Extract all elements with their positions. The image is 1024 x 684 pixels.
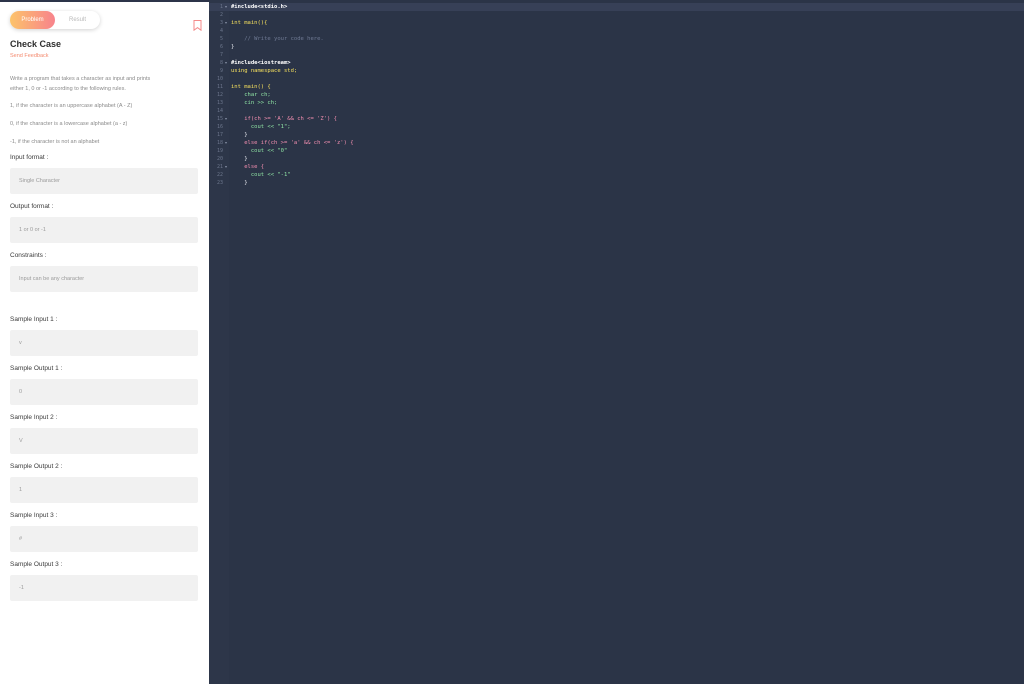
sample-input-1-box: v (10, 330, 198, 356)
line-number: 2 (219, 12, 223, 18)
rule-lowercase: 0, if the character is a lowercase alpha… (10, 121, 128, 127)
line-number: 6 (219, 44, 223, 50)
constraints-box: Input can be any character (10, 266, 198, 292)
line-number: 11 (216, 84, 223, 90)
code-line: using namespace std; (231, 68, 298, 74)
rule-non-alphabet: -1, if the character is not an alphabet (10, 139, 100, 145)
line-number: 20 (216, 156, 223, 162)
code-line: int main(){ (231, 20, 268, 26)
line-number: 4 (219, 28, 223, 34)
code-line: char ch; (231, 92, 271, 98)
constraints-label: Constraints : (10, 252, 47, 259)
line-number: 19 (216, 148, 223, 154)
tab-switcher: Problem Result (10, 11, 100, 29)
code-line: #include<iostream> (231, 60, 291, 66)
line-number: 17 (216, 132, 223, 138)
line-number: 22 (216, 172, 223, 178)
sample-output-2-label: Sample Output 2 : (10, 463, 63, 470)
sample-output-1-box: 0 (10, 379, 198, 405)
code-line: if(ch >= 'A' && ch <= 'Z') { (231, 116, 337, 122)
line-number: 5 (219, 36, 223, 42)
problem-panel: Problem Result Check Case Send Feedback … (0, 0, 209, 684)
line-number: 14 (216, 108, 223, 114)
tab-problem[interactable]: Problem (10, 11, 55, 29)
sample-input-2-label: Sample Input 2 : (10, 414, 58, 421)
tab-result[interactable]: Result (55, 11, 100, 29)
sample-input-1-label: Sample Input 1 : (10, 316, 58, 323)
code-line: } (231, 156, 248, 162)
output-format-box: 1 or 0 or -1 (10, 217, 198, 243)
code-editor[interactable]: 1 2 3 4 5 6 8 7 9 10 11 12 13 14 15 16 1… (209, 0, 1024, 684)
sample-input-2-box: V (10, 428, 198, 454)
code-line: #include<stdio.h> (231, 4, 288, 10)
sample-input-3-label: Sample Input 3 : (10, 512, 58, 519)
input-format-label: Input format : (10, 154, 49, 161)
fold-arrow-icon[interactable]: ▾ (225, 139, 227, 147)
sample-output-2-box: 1 (10, 477, 198, 503)
output-format-label: Output format : (10, 203, 54, 210)
line-number: 7 (219, 52, 223, 58)
line-number: 23 (216, 180, 223, 186)
active-line-highlight (209, 3, 1024, 11)
sample-output-3-label: Sample Output 3 : (10, 561, 63, 568)
fold-arrow-icon[interactable]: ▾ (225, 115, 227, 123)
fold-arrow-icon[interactable]: ▾ (225, 19, 227, 27)
fold-arrow-icon[interactable]: ▾ (225, 3, 227, 11)
code-line: cout << "0" (231, 148, 288, 154)
fold-arrow-icon[interactable]: ▾ (225, 163, 227, 171)
code-line: cout << "1"; (231, 124, 291, 130)
code-line: else if(ch >= 'a' && ch <= 'z') { (231, 140, 354, 146)
sample-output-1-label: Sample Output 1 : (10, 365, 63, 372)
line-number: 13 (216, 100, 223, 106)
code-line: cout << "-1" (231, 172, 291, 178)
line-number: 10 (216, 76, 223, 82)
code-line: cin >> ch; (231, 100, 278, 106)
code-line: else { (231, 164, 265, 170)
send-feedback-link[interactable]: Send Feedback (10, 53, 49, 59)
code-line: int main() { (231, 84, 271, 90)
problem-description-line: either 1, 0 or -1 according to the follo… (10, 86, 126, 92)
fold-arrow-icon[interactable]: ▾ (225, 59, 227, 67)
input-format-box: Single Character (10, 168, 198, 194)
code-line: } (231, 180, 248, 186)
sample-output-3-box: -1 (10, 575, 198, 601)
sample-input-3-box: # (10, 526, 198, 552)
problem-description-line: Write a program that takes a character a… (10, 76, 151, 82)
line-number: 16 (216, 124, 223, 130)
code-comment: // Write your code here. (231, 36, 324, 42)
code-line: } (231, 44, 235, 50)
line-number: 9 (219, 68, 223, 74)
code-line: } (231, 132, 248, 138)
problem-title: Check Case (10, 39, 62, 49)
rule-uppercase: 1, if the character is an uppercase alph… (10, 103, 133, 109)
line-number: 12 (216, 92, 223, 98)
bookmark-icon[interactable] (193, 20, 202, 31)
